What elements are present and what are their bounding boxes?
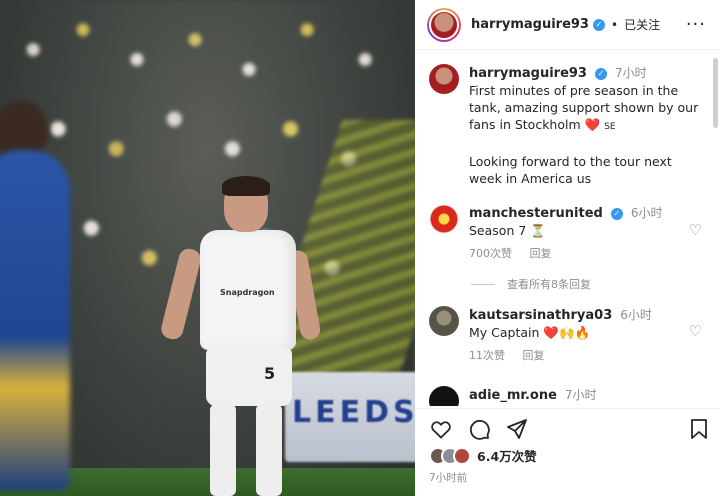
more-options-icon[interactable]: ··· xyxy=(686,14,706,35)
player-shorts xyxy=(206,348,292,406)
flag-se: SE xyxy=(604,122,616,132)
player-sock-right xyxy=(256,404,282,496)
comment-time: 6小时 xyxy=(620,308,652,322)
caption-text-line2: Looking forward to the tour next week in… xyxy=(469,154,672,186)
likes-count[interactable]: 6.4万次赞 xyxy=(477,446,537,465)
player-sock-left xyxy=(210,404,236,496)
heart-icon[interactable] xyxy=(429,417,453,441)
comment-text: Season 7 xyxy=(469,223,527,238)
comment-like-heart-icon[interactable]: ♡ xyxy=(689,322,702,340)
player-hair xyxy=(222,176,270,196)
posted-time: 7小时前 xyxy=(429,472,468,484)
caption-time: 7小时 xyxy=(614,66,647,80)
following-button[interactable]: 已关注 xyxy=(624,16,660,33)
author-avatar-image xyxy=(429,9,459,40)
caption-text: First minutes of pre season in the tank,… xyxy=(469,82,699,136)
paper-plane-icon[interactable] xyxy=(505,417,529,441)
photo-opponent-player xyxy=(0,150,70,490)
view-replies-button[interactable]: 查看所有8条回复 xyxy=(471,276,591,292)
author-username[interactable]: harrymaguire93 xyxy=(471,17,589,32)
caption-username[interactable]: harrymaguire93 xyxy=(469,66,587,81)
player-number: 5 xyxy=(264,364,276,383)
heart-emoji: ❤️ xyxy=(584,117,601,132)
verified-badge-icon: ✓ xyxy=(594,67,607,80)
hourglass-emoji: ⏳ xyxy=(530,223,546,238)
comment-time: 7小时 xyxy=(564,388,597,402)
view-replies-label: 查看所有8条回复 xyxy=(507,278,591,291)
separator-dot: • xyxy=(610,17,619,32)
comment-item: kautsarsinathrya03 6小时 My Captain ❤️🙌🔥 1… xyxy=(429,306,709,364)
flag-us: us xyxy=(576,171,592,186)
comment-text: My Captain xyxy=(469,325,540,340)
comment-item: manchesterunited ✓ 6小时 Season 7 ⏳ 700次赞 … xyxy=(429,204,709,262)
comment-avatar[interactable] xyxy=(429,204,459,234)
emoji-group: ❤️🙌🔥 xyxy=(543,325,591,340)
comment-avatar[interactable] xyxy=(429,306,459,336)
comment-username[interactable]: kautsarsinathrya03 xyxy=(469,308,612,323)
comment-icon[interactable] xyxy=(467,417,491,441)
reply-button[interactable]: 回复 xyxy=(530,247,552,260)
player-sponsor: Snapdragon xyxy=(220,288,275,297)
post-photo[interactable]: LEEDS Snapdragon 5 xyxy=(0,0,415,496)
player-arm-left xyxy=(159,246,203,342)
comment-body: adie_mr.one 7小时 xyxy=(469,386,699,406)
comment-time: 6小时 xyxy=(630,206,663,220)
comment-username[interactable]: manchesterunited xyxy=(469,206,603,221)
caption-text-line1: First minutes of pre season in the tank,… xyxy=(469,83,699,132)
comments-list: harrymaguire93 ✓ 7小时 First minutes of pr… xyxy=(415,56,720,406)
verified-badge-icon: ✓ xyxy=(592,18,605,31)
comment-item: adie_mr.one 7小时 xyxy=(429,386,709,406)
caption-avatar[interactable] xyxy=(429,64,459,94)
verified-badge-icon: ✓ xyxy=(610,207,623,220)
caption-text-2: Looking forward to the tour next week in… xyxy=(469,153,699,187)
view-replies-line xyxy=(471,283,495,285)
liker-avatar xyxy=(453,446,471,465)
instagram-post: LEEDS Snapdragon 5 harrymaguire93 ✓ • 已关… xyxy=(0,0,720,496)
photo-player: Snapdragon 5 xyxy=(159,176,322,496)
comment-meta: 700次赞 回复 xyxy=(469,245,699,262)
comment-body: manchesterunited ✓ 6小时 Season 7 ⏳ 700次赞 … xyxy=(469,204,699,262)
reply-button[interactable]: 回复 xyxy=(523,349,545,362)
post-header: harrymaguire93 ✓ • 已关注 ··· xyxy=(415,0,720,50)
comment-meta: 11次赞 回复 xyxy=(469,347,699,364)
caption-body: harrymaguire93 ✓ 7小时 First minutes of pr… xyxy=(469,64,699,187)
comment-likes[interactable]: 11次赞 xyxy=(469,349,505,362)
likes-row[interactable]: 6.4万次赞 xyxy=(429,446,537,465)
comment-likes[interactable]: 700次赞 xyxy=(469,247,512,260)
caption: harrymaguire93 ✓ 7小时 First minutes of pr… xyxy=(429,64,709,187)
bookmark-icon[interactable] xyxy=(687,417,711,441)
author-avatar[interactable] xyxy=(427,7,461,42)
comment-body: kautsarsinathrya03 6小时 My Captain ❤️🙌🔥 1… xyxy=(469,306,699,364)
post-side-panel: harrymaguire93 ✓ • 已关注 ··· harrymaguire9… xyxy=(415,0,720,496)
comment-avatar[interactable] xyxy=(429,386,459,406)
comment-like-heart-icon[interactable]: ♡ xyxy=(689,221,702,239)
comment-username[interactable]: adie_mr.one xyxy=(469,388,557,403)
post-actions-bar xyxy=(415,408,720,448)
